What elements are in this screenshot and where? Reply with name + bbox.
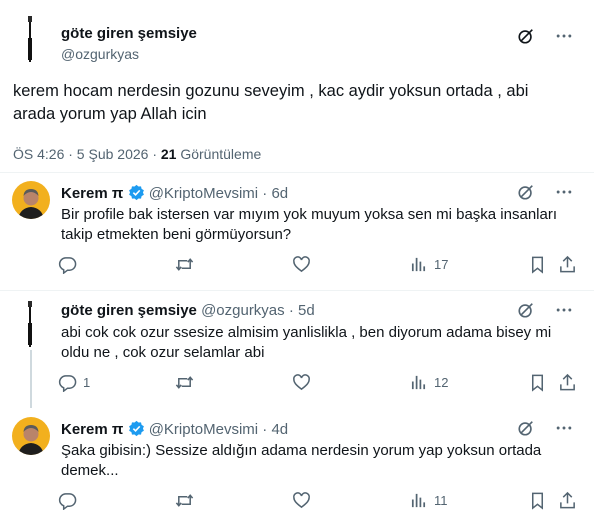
- share-icon: [558, 255, 577, 274]
- repost-button[interactable]: [175, 255, 194, 274]
- action-bar: 17: [58, 255, 578, 275]
- bookmark-icon: [528, 255, 547, 274]
- reply-header: göte giren şemsiye @ozgurkyas · 5d: [61, 302, 315, 319]
- bookmark-button[interactable]: [528, 491, 547, 510]
- reply-avatar[interactable]: [12, 181, 50, 219]
- reply-tweet[interactable]: Kerem π @KriptoMevsimi · 6d Bir profile …: [0, 172, 594, 290]
- like-button[interactable]: [292, 373, 311, 392]
- views-button[interactable]: 11: [409, 491, 448, 510]
- reply-text: Şaka gibisin:) Sessize aldığın adama ner…: [61, 442, 542, 479]
- tweet-text: kerem hocam nerdesin gozunu seveyim , ka…: [13, 82, 529, 123]
- views-button[interactable]: 17: [409, 255, 448, 274]
- reply-author-name[interactable]: Kerem: [61, 185, 108, 202]
- repost-icon: [175, 491, 194, 510]
- verified-badge-icon: [128, 184, 145, 205]
- reply-tweet[interactable]: Kerem π @KriptoMevsimi · 4d Şaka gibisin…: [0, 408, 594, 527]
- reply-text: abi cok cok ozur ssesize almisim yanlisl…: [61, 324, 552, 361]
- views-count: 17: [434, 257, 449, 272]
- bookmark-button[interactable]: [528, 255, 547, 274]
- more-options-icon[interactable]: [555, 183, 573, 201]
- analytics-icon: [409, 373, 428, 392]
- separator: ·: [288, 302, 294, 319]
- reply-author-name[interactable]: Kerem: [61, 421, 108, 438]
- bookmark-icon: [528, 491, 547, 510]
- author-name[interactable]: göte giren şemsiye: [61, 25, 197, 42]
- reply-header: Kerem π @KriptoMevsimi · 4d: [61, 420, 288, 441]
- grok-icon[interactable]: [517, 27, 535, 45]
- thread-connector: [30, 350, 32, 408]
- reply-icon: [58, 373, 77, 392]
- reply-icon: [58, 491, 77, 510]
- share-button[interactable]: [558, 491, 577, 510]
- like-button[interactable]: [292, 491, 311, 510]
- like-button[interactable]: [292, 255, 311, 274]
- reply-header-actions: [517, 183, 573, 201]
- repost-icon: [175, 255, 194, 274]
- reply-author-handle[interactable]: @KriptoMevsimi: [149, 185, 258, 202]
- analytics-icon: [409, 255, 428, 274]
- repost-button[interactable]: [175, 373, 194, 392]
- share-icon: [558, 491, 577, 510]
- reply-age[interactable]: 5d: [298, 302, 315, 319]
- heart-icon: [292, 491, 311, 510]
- reply-avatar[interactable]: [16, 299, 46, 349]
- bookmark-icon: [528, 373, 547, 392]
- share-icon: [558, 373, 577, 392]
- reply-header-actions: [517, 419, 573, 437]
- reply-button[interactable]: 1: [58, 373, 90, 392]
- views-count: 12: [434, 375, 449, 390]
- reply-author-handle[interactable]: @ozgurkyas: [201, 302, 285, 319]
- reply-header-actions: [517, 301, 573, 319]
- reply-icon: [58, 255, 77, 274]
- reply-author-handle[interactable]: @KriptoMevsimi: [149, 421, 258, 438]
- views-count: 11: [434, 493, 448, 508]
- repost-icon: [175, 373, 194, 392]
- tweet-timestamp[interactable]: ÖS 4:26 · 5 Şub 2026 ·: [13, 146, 157, 162]
- reply-tweet[interactable]: göte giren şemsiye @ozgurkyas · 5d abi c…: [0, 290, 594, 408]
- share-button[interactable]: [558, 255, 577, 274]
- repost-button[interactable]: [175, 491, 194, 510]
- views-count[interactable]: 21: [161, 146, 177, 162]
- separator: ·: [262, 185, 268, 202]
- reply-button[interactable]: [58, 255, 83, 274]
- reply-age[interactable]: 6d: [271, 185, 288, 202]
- grok-icon[interactable]: [517, 419, 535, 437]
- reply-avatar[interactable]: [12, 417, 50, 455]
- views-button[interactable]: 12: [409, 373, 448, 392]
- tweet-meta: ÖS 4:26 · 5 Şub 2026 · 21 Görüntüleme: [13, 146, 261, 162]
- verified-badge-icon: [128, 420, 145, 441]
- grok-icon[interactable]: [517, 183, 535, 201]
- reply-age[interactable]: 4d: [271, 421, 288, 438]
- author-handle[interactable]: @ozgurkyas: [61, 46, 139, 62]
- action-bar: 1 12: [58, 373, 578, 393]
- reply-author-name[interactable]: göte giren şemsiye: [61, 302, 197, 319]
- name-suffix: π: [111, 185, 124, 202]
- bookmark-button[interactable]: [528, 373, 547, 392]
- more-options-icon[interactable]: [555, 27, 573, 45]
- more-options-icon[interactable]: [555, 301, 573, 319]
- grok-icon[interactable]: [517, 301, 535, 319]
- tweet-header-actions: [517, 27, 573, 45]
- main-tweet: göte giren şemsiye @ozgurkyas kerem hoca…: [0, 0, 594, 172]
- analytics-icon: [409, 491, 428, 510]
- views-label: Görüntüleme: [180, 146, 262, 162]
- heart-icon: [292, 255, 311, 274]
- name-suffix: π: [111, 421, 124, 438]
- author-avatar[interactable]: [16, 14, 46, 64]
- reply-count: 1: [83, 375, 91, 390]
- reply-button[interactable]: [58, 491, 83, 510]
- more-options-icon[interactable]: [555, 419, 573, 437]
- heart-icon: [292, 373, 311, 392]
- action-bar: 11: [58, 491, 578, 511]
- reply-header: Kerem π @KriptoMevsimi · 6d: [61, 184, 288, 205]
- share-button[interactable]: [558, 373, 577, 392]
- separator: ·: [262, 421, 268, 438]
- reply-text: Bir profile bak istersen var mıyım yok m…: [61, 206, 558, 243]
